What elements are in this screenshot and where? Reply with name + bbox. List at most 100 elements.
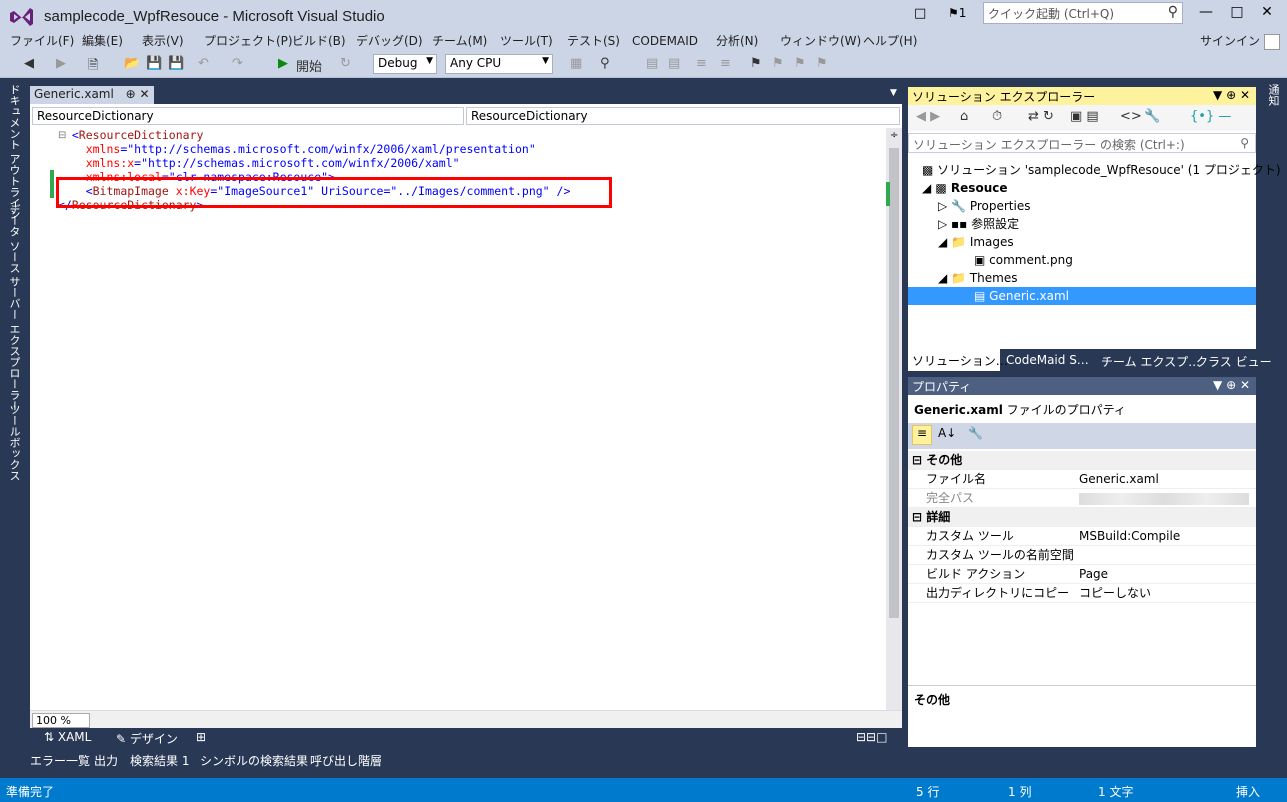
menu-edit[interactable]: 編集(E): [82, 32, 123, 50]
attach-icon[interactable]: ▦: [570, 56, 582, 71]
tab-design[interactable]: ✎ デザイン: [116, 730, 178, 747]
zoom-select[interactable]: 100 %: [32, 713, 90, 728]
menu-analyze[interactable]: 分析(N): [716, 32, 758, 50]
document-tab[interactable]: Generic.xaml ⊕ ✕: [30, 86, 154, 104]
split-icon[interactable]: ÷: [890, 130, 898, 141]
tree-item-themes-folder[interactable]: ◢ 📁 Themes: [938, 269, 1017, 287]
tree-item-properties[interactable]: ▷ 🔧 Properties: [938, 197, 1030, 215]
tab-call-hierarchy[interactable]: 呼び出し階層: [310, 752, 382, 769]
tab-toolbox[interactable]: ツールボックス: [6, 404, 22, 481]
swap-panes-icon[interactable]: ⊞: [196, 730, 206, 744]
tab-notifications[interactable]: 通知: [1265, 84, 1281, 106]
expand-icon[interactable]: ◢: [938, 271, 951, 285]
property-row[interactable]: ファイル名 Generic.xaml: [908, 470, 1256, 489]
save-all-icon[interactable]: 💾: [168, 56, 184, 71]
categorized-icon[interactable]: ≡: [912, 425, 932, 445]
menu-tools[interactable]: ツール(T): [500, 32, 553, 50]
next-bookmark-icon[interactable]: ⚑: [794, 56, 806, 71]
menu-test[interactable]: テスト(S): [567, 32, 620, 50]
sync-icon[interactable]: ⇄ ↻: [1028, 109, 1054, 124]
menu-help[interactable]: ヘルプ(H): [863, 32, 917, 50]
property-pages-icon[interactable]: 🔧: [968, 426, 983, 440]
expand-icon[interactable]: ◢: [938, 235, 951, 249]
find-icon[interactable]: ⚲: [600, 56, 610, 71]
platform-select[interactable]: Any CPU ▼: [445, 54, 553, 74]
forward-icon[interactable]: ▶: [56, 56, 66, 71]
tab-output[interactable]: 出力: [94, 752, 118, 769]
tab-find-results[interactable]: 検索結果 1: [130, 752, 189, 769]
property-row[interactable]: カスタム ツール MSBuild:Compile: [908, 527, 1256, 546]
redo-icon[interactable]: ↷: [232, 56, 243, 71]
tree-item-solution[interactable]: ▩ ソリューション 'samplecode_WpfResouce' (1 プロジ…: [922, 161, 1281, 179]
bookmark-icon[interactable]: ⚑: [750, 56, 762, 71]
align-icon[interactable]: ▤: [646, 56, 658, 71]
comment-icon[interactable]: ▤: [668, 56, 680, 71]
close-tab-icon[interactable]: ✕: [140, 87, 150, 101]
property-row[interactable]: 完全パス: [908, 489, 1256, 508]
code-area[interactable]: ⊟ <ResourceDictionary xmlns="http://sche…: [30, 128, 886, 710]
tab-symbol-results[interactable]: シンボルの検索結果: [200, 752, 308, 769]
category-misc[interactable]: ⊟ その他: [908, 451, 1256, 470]
scroll-thumb[interactable]: [889, 148, 899, 618]
panel-controls-icon[interactable]: ▼ ⊕ ✕: [1213, 378, 1250, 392]
feedback-icon[interactable]: □: [914, 6, 926, 21]
property-row[interactable]: 出力ディレクトリにコピー コピーしない: [908, 584, 1256, 603]
property-row[interactable]: カスタム ツールの名前空間: [908, 546, 1256, 565]
alphabetical-icon[interactable]: A↓: [938, 426, 956, 440]
tab-server-explorer[interactable]: サーバー エクスプローラー: [6, 276, 22, 412]
menu-codemaid[interactable]: CODEMAID: [632, 32, 698, 50]
view-code-icon[interactable]: <>: [1120, 109, 1142, 124]
tree-item-images-folder[interactable]: ◢ 📁 Images: [938, 233, 1014, 251]
open-file-icon[interactable]: 📂: [124, 56, 140, 71]
back-icon[interactable]: ◀: [24, 56, 34, 71]
tab-xaml[interactable]: ⇅ XAML: [44, 730, 91, 744]
menu-team[interactable]: チーム(M): [432, 32, 487, 50]
tab-team-explorer[interactable]: チーム エクスプ…: [1101, 353, 1200, 370]
menu-build[interactable]: ビルド(B): [292, 32, 346, 50]
user-avatar[interactable]: [1264, 34, 1280, 50]
property-row[interactable]: ビルド アクション Page: [908, 565, 1256, 584]
tab-solution-explorer[interactable]: ソリューション…: [908, 349, 1008, 371]
prev-bookmark-icon[interactable]: ⚑: [772, 56, 784, 71]
minimize-button[interactable]: —: [1195, 4, 1217, 24]
tab-codemaid[interactable]: CodeMaid S…: [1006, 353, 1089, 367]
home-icon[interactable]: ⌂: [960, 109, 968, 124]
restart-icon[interactable]: ↻: [340, 56, 351, 71]
nav-member-select[interactable]: ResourceDictionary: [466, 107, 900, 125]
collapse-all-icon[interactable]: ▣ ▤: [1070, 109, 1099, 124]
codemaid-icon[interactable]: {•} —: [1190, 109, 1231, 124]
undo-icon[interactable]: ↶: [198, 56, 209, 71]
properties-wrench-icon[interactable]: 🔧: [1144, 109, 1160, 124]
maximize-button[interactable]: □: [1226, 4, 1248, 24]
menu-window[interactable]: ウィンドウ(W): [780, 32, 861, 50]
pin-icon[interactable]: ⊕: [126, 87, 136, 101]
tree-item-project[interactable]: ◢ ▩ Resouce: [922, 179, 1007, 197]
collapsed-icon[interactable]: ▷: [938, 199, 951, 213]
properties-object-select[interactable]: Generic.xaml ファイルのプロパティ: [914, 401, 1126, 418]
signin-link[interactable]: サインイン: [1200, 32, 1260, 50]
notification-flag[interactable]: ⚑1: [948, 6, 966, 20]
clear-bookmarks-icon[interactable]: ⚑: [816, 56, 828, 71]
tree-item-generic-xaml[interactable]: ▤ Generic.xaml: [908, 287, 1256, 305]
indent-icon[interactable]: ≡: [696, 56, 707, 71]
solution-search-input[interactable]: ソリューション エクスプローラー の検索 (Ctrl+:) ⚲: [908, 133, 1256, 153]
tree-item-references[interactable]: ▷ ▪▪ 参照設定: [938, 215, 1019, 233]
menu-file[interactable]: ファイル(F): [10, 32, 74, 50]
tab-overflow-icon[interactable]: ▼: [890, 88, 897, 98]
tab-document-outline[interactable]: ドキュメント アウトライン: [6, 84, 22, 220]
tab-class-view[interactable]: クラス ビュー: [1196, 353, 1272, 370]
menu-view[interactable]: 表示(V): [142, 32, 184, 50]
pending-changes-icon[interactable]: ⏱: [992, 109, 1002, 124]
start-icon[interactable]: ▶: [278, 56, 288, 71]
close-button[interactable]: ✕: [1256, 4, 1278, 24]
expand-icon[interactable]: ◢: [922, 181, 935, 195]
collapsed-icon[interactable]: ▷: [938, 217, 951, 231]
tab-data-sources[interactable]: データ ソース: [6, 204, 22, 274]
configuration-select[interactable]: Debug ▼: [373, 54, 437, 74]
outdent-icon[interactable]: ≡: [720, 56, 731, 71]
start-button[interactable]: 開始: [296, 56, 322, 75]
save-icon[interactable]: 💾: [146, 56, 162, 71]
tree-item-comment-png[interactable]: ▣ comment.png: [974, 251, 1073, 269]
back-icon[interactable]: ◀ ▶: [916, 109, 940, 124]
quick-launch-input[interactable]: クイック起動 (Ctrl+Q) ⚲: [983, 2, 1183, 24]
